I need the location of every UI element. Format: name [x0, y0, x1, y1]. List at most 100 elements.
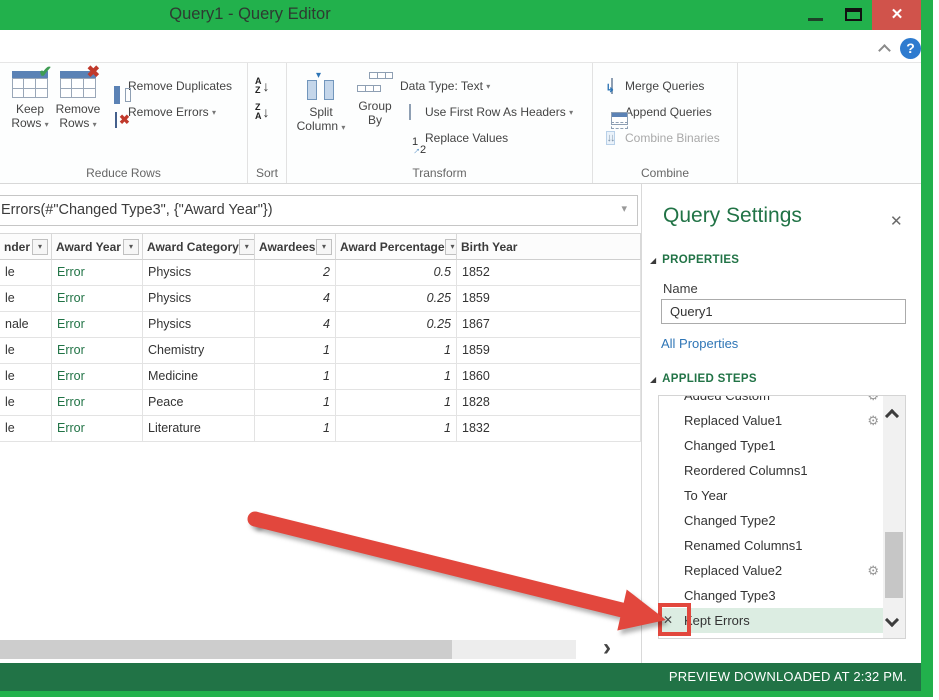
gear-icon[interactable]: ⚙ [867, 558, 879, 583]
table-cell[interactable]: 1 [336, 364, 457, 390]
column-header[interactable]: Birth Year [457, 233, 641, 260]
merge-queries-button[interactable]: ↳ Merge Queries [600, 73, 720, 99]
minimize-button[interactable] [798, 0, 834, 30]
horizontal-scrollbar[interactable]: › [0, 638, 641, 661]
table-cell[interactable]: le [0, 390, 52, 416]
applied-steps-section-header[interactable]: ◢ APPLIED STEPS [650, 373, 757, 385]
table-cell[interactable]: 1860 [457, 364, 641, 390]
remove-errors-button[interactable]: ✖ Remove Errors ▾ [103, 99, 232, 125]
table-cell[interactable]: 1 [336, 338, 457, 364]
append-queries-button[interactable]: Append Queries [600, 99, 720, 125]
formula-expand-button[interactable]: ▾ [621, 194, 627, 225]
table-cell[interactable]: le [0, 286, 52, 312]
steps-scrollbar[interactable] [883, 396, 905, 638]
table-cell[interactable]: 0.5 [336, 260, 457, 286]
table-cell[interactable]: 1828 [457, 390, 641, 416]
column-header[interactable]: Awardees▾ [255, 233, 336, 260]
formula-input[interactable]: Errors(#"Changed Type3", {"Award Year"}) [0, 195, 638, 226]
table-cell[interactable]: 1 [255, 390, 336, 416]
table-cell[interactable]: le [0, 338, 52, 364]
all-properties-link[interactable]: All Properties [661, 336, 738, 351]
table-cell[interactable]: Chemistry [143, 338, 255, 364]
table-cell[interactable]: Error [52, 312, 143, 338]
table-cell[interactable]: Physics [143, 312, 255, 338]
scroll-right-button[interactable]: › [594, 635, 620, 661]
applied-step[interactable]: Replaced Value2⚙ [659, 558, 884, 583]
applied-step[interactable]: To Year [659, 483, 884, 508]
table-cell[interactable]: 1 [255, 338, 336, 364]
remove-rows-button[interactable]: ✖ Remove Rows ▾ [52, 69, 104, 132]
replace-values-button[interactable]: 1 → 2 Replace Values [400, 125, 573, 151]
table-cell[interactable]: Peace [143, 390, 255, 416]
applied-step[interactable]: Changed Type3 [659, 583, 884, 608]
column-header[interactable]: Award Category▾ [143, 233, 255, 260]
table-cell[interactable]: 0.25 [336, 312, 457, 338]
applied-step[interactable]: Added Custom⚙ [659, 395, 884, 408]
filter-button[interactable]: ▾ [316, 239, 332, 255]
table-cell[interactable]: 1 [255, 364, 336, 390]
scrollbar-thumb[interactable] [0, 640, 452, 659]
applied-step[interactable]: Changed Type1 [659, 433, 884, 458]
remove-duplicates-button[interactable]: Remove Duplicates [103, 73, 232, 99]
scrollbar-track[interactable] [0, 640, 576, 659]
group-by-button[interactable]: Group By [349, 69, 401, 127]
close-pane-icon[interactable]: ✕ [890, 212, 903, 230]
table-cell[interactable]: 4 [255, 312, 336, 338]
help-button[interactable]: ? [900, 38, 921, 59]
table-cell[interactable]: Error [52, 260, 143, 286]
steps-scrollbar-thumb[interactable] [885, 532, 903, 598]
applied-step[interactable]: Renamed Columns1 [659, 533, 884, 558]
keep-rows-button[interactable]: ✔ Keep Rows ▾ [4, 69, 56, 132]
sort-ascending-button[interactable]: AZ ↓ [255, 73, 270, 99]
table-cell[interactable]: 1 [336, 390, 457, 416]
table-cell[interactable]: 1 [336, 416, 457, 442]
filter-button[interactable]: ▾ [239, 239, 255, 255]
table-cell[interactable]: 1859 [457, 286, 641, 312]
column-header[interactable]: nder▾ [0, 233, 52, 260]
table-cell[interactable]: Medicine [143, 364, 255, 390]
collapse-ribbon-button[interactable] [880, 42, 898, 56]
table-cell[interactable]: 2 [255, 260, 336, 286]
properties-section-header[interactable]: ◢ PROPERTIES [650, 254, 739, 266]
close-button[interactable]: ✕ [872, 0, 922, 30]
table-cell[interactable]: 1852 [457, 260, 641, 286]
table-cell[interactable]: 1 [255, 416, 336, 442]
filter-button[interactable]: ▾ [445, 239, 458, 255]
data-type-button[interactable]: Data Type: Text ▾ [400, 73, 573, 99]
applied-step[interactable]: Replaced Value1⚙ [659, 408, 884, 433]
table-cell[interactable]: Physics [143, 286, 255, 312]
table-cell[interactable]: nale [0, 312, 52, 338]
filter-button[interactable]: ▾ [123, 239, 139, 255]
sort-descending-button[interactable]: ZA ↓ [255, 99, 270, 125]
gear-icon[interactable]: ⚙ [867, 408, 879, 433]
use-first-row-as-headers-button[interactable]: Use First Row As Headers ▾ [400, 99, 573, 125]
table-cell[interactable]: Physics [143, 260, 255, 286]
split-column-button[interactable]: ▾ Split Column ▾ [295, 69, 347, 135]
table-cell[interactable]: 1832 [457, 416, 641, 442]
table-cell[interactable]: 4 [255, 286, 336, 312]
table-cell[interactable]: Error [52, 338, 143, 364]
table-cell[interactable]: Error [52, 286, 143, 312]
maximize-button[interactable] [836, 0, 872, 30]
table-cell[interactable]: 0.25 [336, 286, 457, 312]
table-cell[interactable]: 1859 [457, 338, 641, 364]
column-header[interactable]: Award Percentage▾ [336, 233, 457, 260]
delete-step-icon[interactable]: ✕ [663, 608, 673, 633]
table-cell[interactable]: Literature [143, 416, 255, 442]
filter-button[interactable]: ▾ [32, 239, 48, 255]
table-cell[interactable]: Error [52, 390, 143, 416]
table-cell[interactable]: le [0, 364, 52, 390]
table-cell[interactable]: le [0, 260, 52, 286]
applied-step[interactable]: Reordered Columns1 [659, 458, 884, 483]
scroll-up-button[interactable] [887, 408, 897, 426]
table-cell[interactable]: Error [52, 416, 143, 442]
query-name-input[interactable] [661, 299, 906, 324]
gear-icon[interactable]: ⚙ [867, 395, 879, 408]
table-cell[interactable]: le [0, 416, 52, 442]
table-cell[interactable]: 1867 [457, 312, 641, 338]
applied-step[interactable]: ✕Kept Errors [659, 608, 884, 633]
applied-step[interactable]: Changed Type2 [659, 508, 884, 533]
column-header[interactable]: Award Year▾ [52, 233, 143, 260]
scroll-down-button[interactable] [887, 612, 897, 630]
table-cell[interactable]: Error [52, 364, 143, 390]
